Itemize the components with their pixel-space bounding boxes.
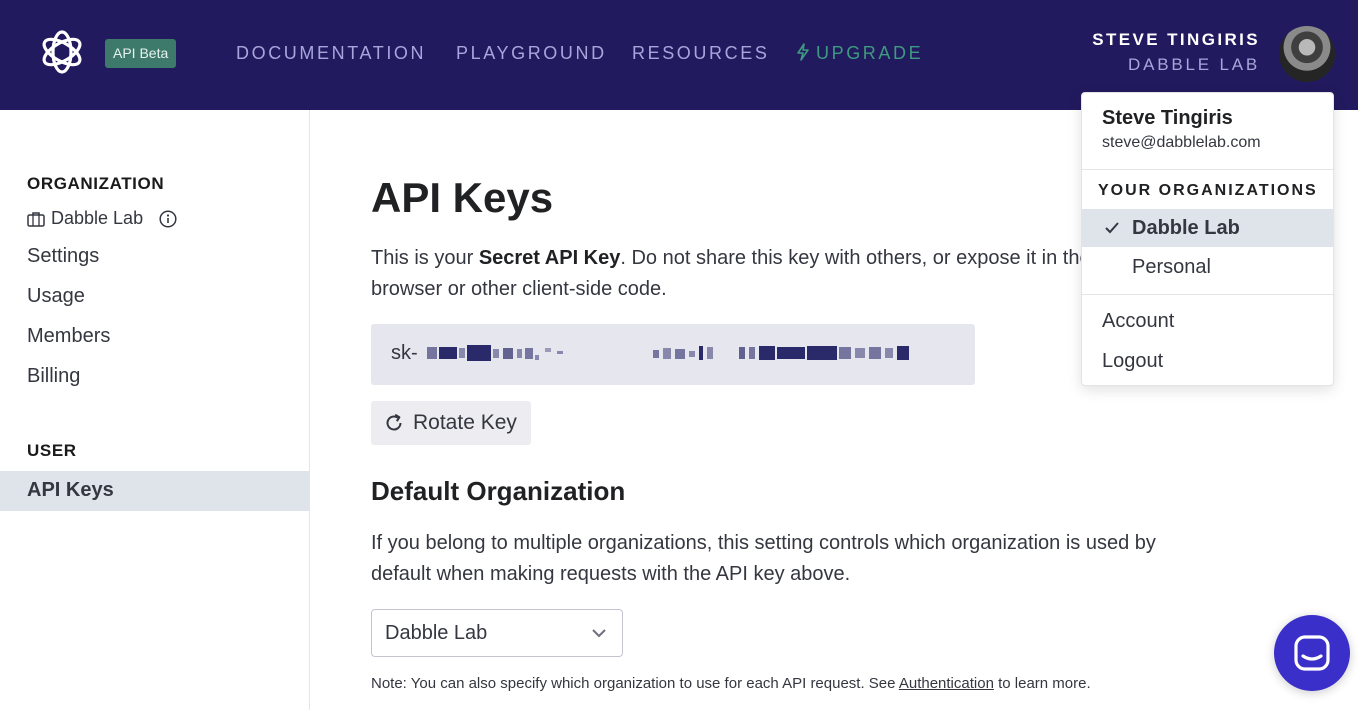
dropdown-org-dabble-lab-label: Dabble Lab bbox=[1132, 217, 1240, 239]
avatar[interactable] bbox=[1279, 26, 1335, 82]
check-icon bbox=[1105, 222, 1119, 234]
sidebar-heading-user: USER bbox=[27, 441, 77, 460]
nav-documentation[interactable]: DOCUMENTATION bbox=[236, 42, 426, 64]
default-org-description: If you belong to multiple organizations,… bbox=[371, 532, 1156, 585]
page-title: API Keys bbox=[371, 174, 554, 221]
refresh-icon bbox=[386, 413, 402, 431]
secret-key-field[interactable]: sk- bbox=[371, 324, 975, 385]
api-beta-badge: API Beta bbox=[105, 39, 177, 68]
nav-upgrade[interactable]: UPGRADE bbox=[796, 42, 923, 64]
briefcase-icon bbox=[27, 211, 45, 227]
sidebar-item-settings[interactable]: Settings bbox=[27, 245, 99, 268]
note-prefix: Note: You can also specify which organiz… bbox=[371, 675, 899, 692]
header-user-org[interactable]: DABBLE LAB bbox=[1128, 55, 1260, 75]
desc-prefix: This is your bbox=[371, 247, 479, 269]
header-user-name[interactable]: STEVE TINGIRIS bbox=[1092, 30, 1260, 50]
desc-bold: Secret API Key bbox=[478, 247, 621, 269]
nav-playground[interactable]: PLAYGROUND bbox=[456, 42, 607, 64]
dropdown-orgs-heading: YOUR ORGANIZATIONS bbox=[1098, 182, 1318, 199]
note-text: Note: You can also specify which organiz… bbox=[371, 675, 1091, 692]
rotate-key-label: Rotate Key bbox=[413, 411, 517, 434]
api-key-description: This is your Secret API Key. Do not shar… bbox=[371, 243, 1131, 305]
rotate-key-button[interactable]: Rotate Key bbox=[371, 401, 531, 445]
redacted-key-graphic bbox=[427, 345, 909, 361]
default-org-title: Default Organization bbox=[371, 476, 626, 506]
dropdown-account[interactable]: Account bbox=[1102, 310, 1174, 333]
sidebar-org-name-row: Dabble Lab bbox=[27, 208, 177, 229]
nav-upgrade-label: UPGRADE bbox=[816, 43, 924, 63]
info-icon[interactable] bbox=[159, 209, 177, 228]
dropdown-org-personal[interactable]: Personal bbox=[1132, 256, 1211, 279]
dropdown-logout[interactable]: Logout bbox=[1102, 350, 1163, 373]
authentication-link[interactable]: Authentication bbox=[899, 675, 994, 692]
sidebar: ORGANIZATION Dabble Lab Settings Usage M… bbox=[0, 110, 310, 710]
account-dropdown-menu: Steve Tingiris steve@dabblelab.com YOUR … bbox=[1081, 92, 1334, 386]
sidebar-item-api-keys-label: API Keys bbox=[27, 479, 114, 501]
sidebar-item-billing[interactable]: Billing bbox=[27, 365, 80, 388]
sidebar-item-members[interactable]: Members bbox=[27, 325, 110, 348]
dropdown-user-name: Steve Tingiris bbox=[1102, 107, 1233, 129]
dropdown-divider bbox=[1082, 294, 1333, 295]
default-org-select[interactable]: Dabble Lab bbox=[371, 609, 623, 657]
chat-widget-button[interactable] bbox=[1274, 615, 1350, 691]
chevron-down-icon bbox=[592, 629, 606, 638]
chat-icon bbox=[1294, 635, 1330, 671]
default-org-select-value: Dabble Lab bbox=[385, 622, 488, 644]
dropdown-user-email: steve@dabblelab.com bbox=[1102, 134, 1261, 151]
dropdown-org-dabble-lab[interactable]: Dabble Lab bbox=[1082, 209, 1333, 247]
sidebar-item-api-keys[interactable]: API Keys bbox=[0, 471, 309, 511]
sidebar-item-usage[interactable]: Usage bbox=[27, 285, 85, 308]
openai-logo-icon[interactable] bbox=[36, 26, 88, 78]
secret-key-prefix: sk- bbox=[391, 342, 418, 364]
bolt-icon bbox=[797, 43, 809, 61]
note-suffix: to learn more. bbox=[993, 675, 1091, 692]
nav-resources[interactable]: RESOURCES bbox=[632, 42, 769, 64]
sidebar-heading-organization: ORGANIZATION bbox=[27, 174, 165, 193]
dropdown-divider bbox=[1082, 169, 1333, 170]
sidebar-org-name: Dabble Lab bbox=[51, 208, 144, 228]
